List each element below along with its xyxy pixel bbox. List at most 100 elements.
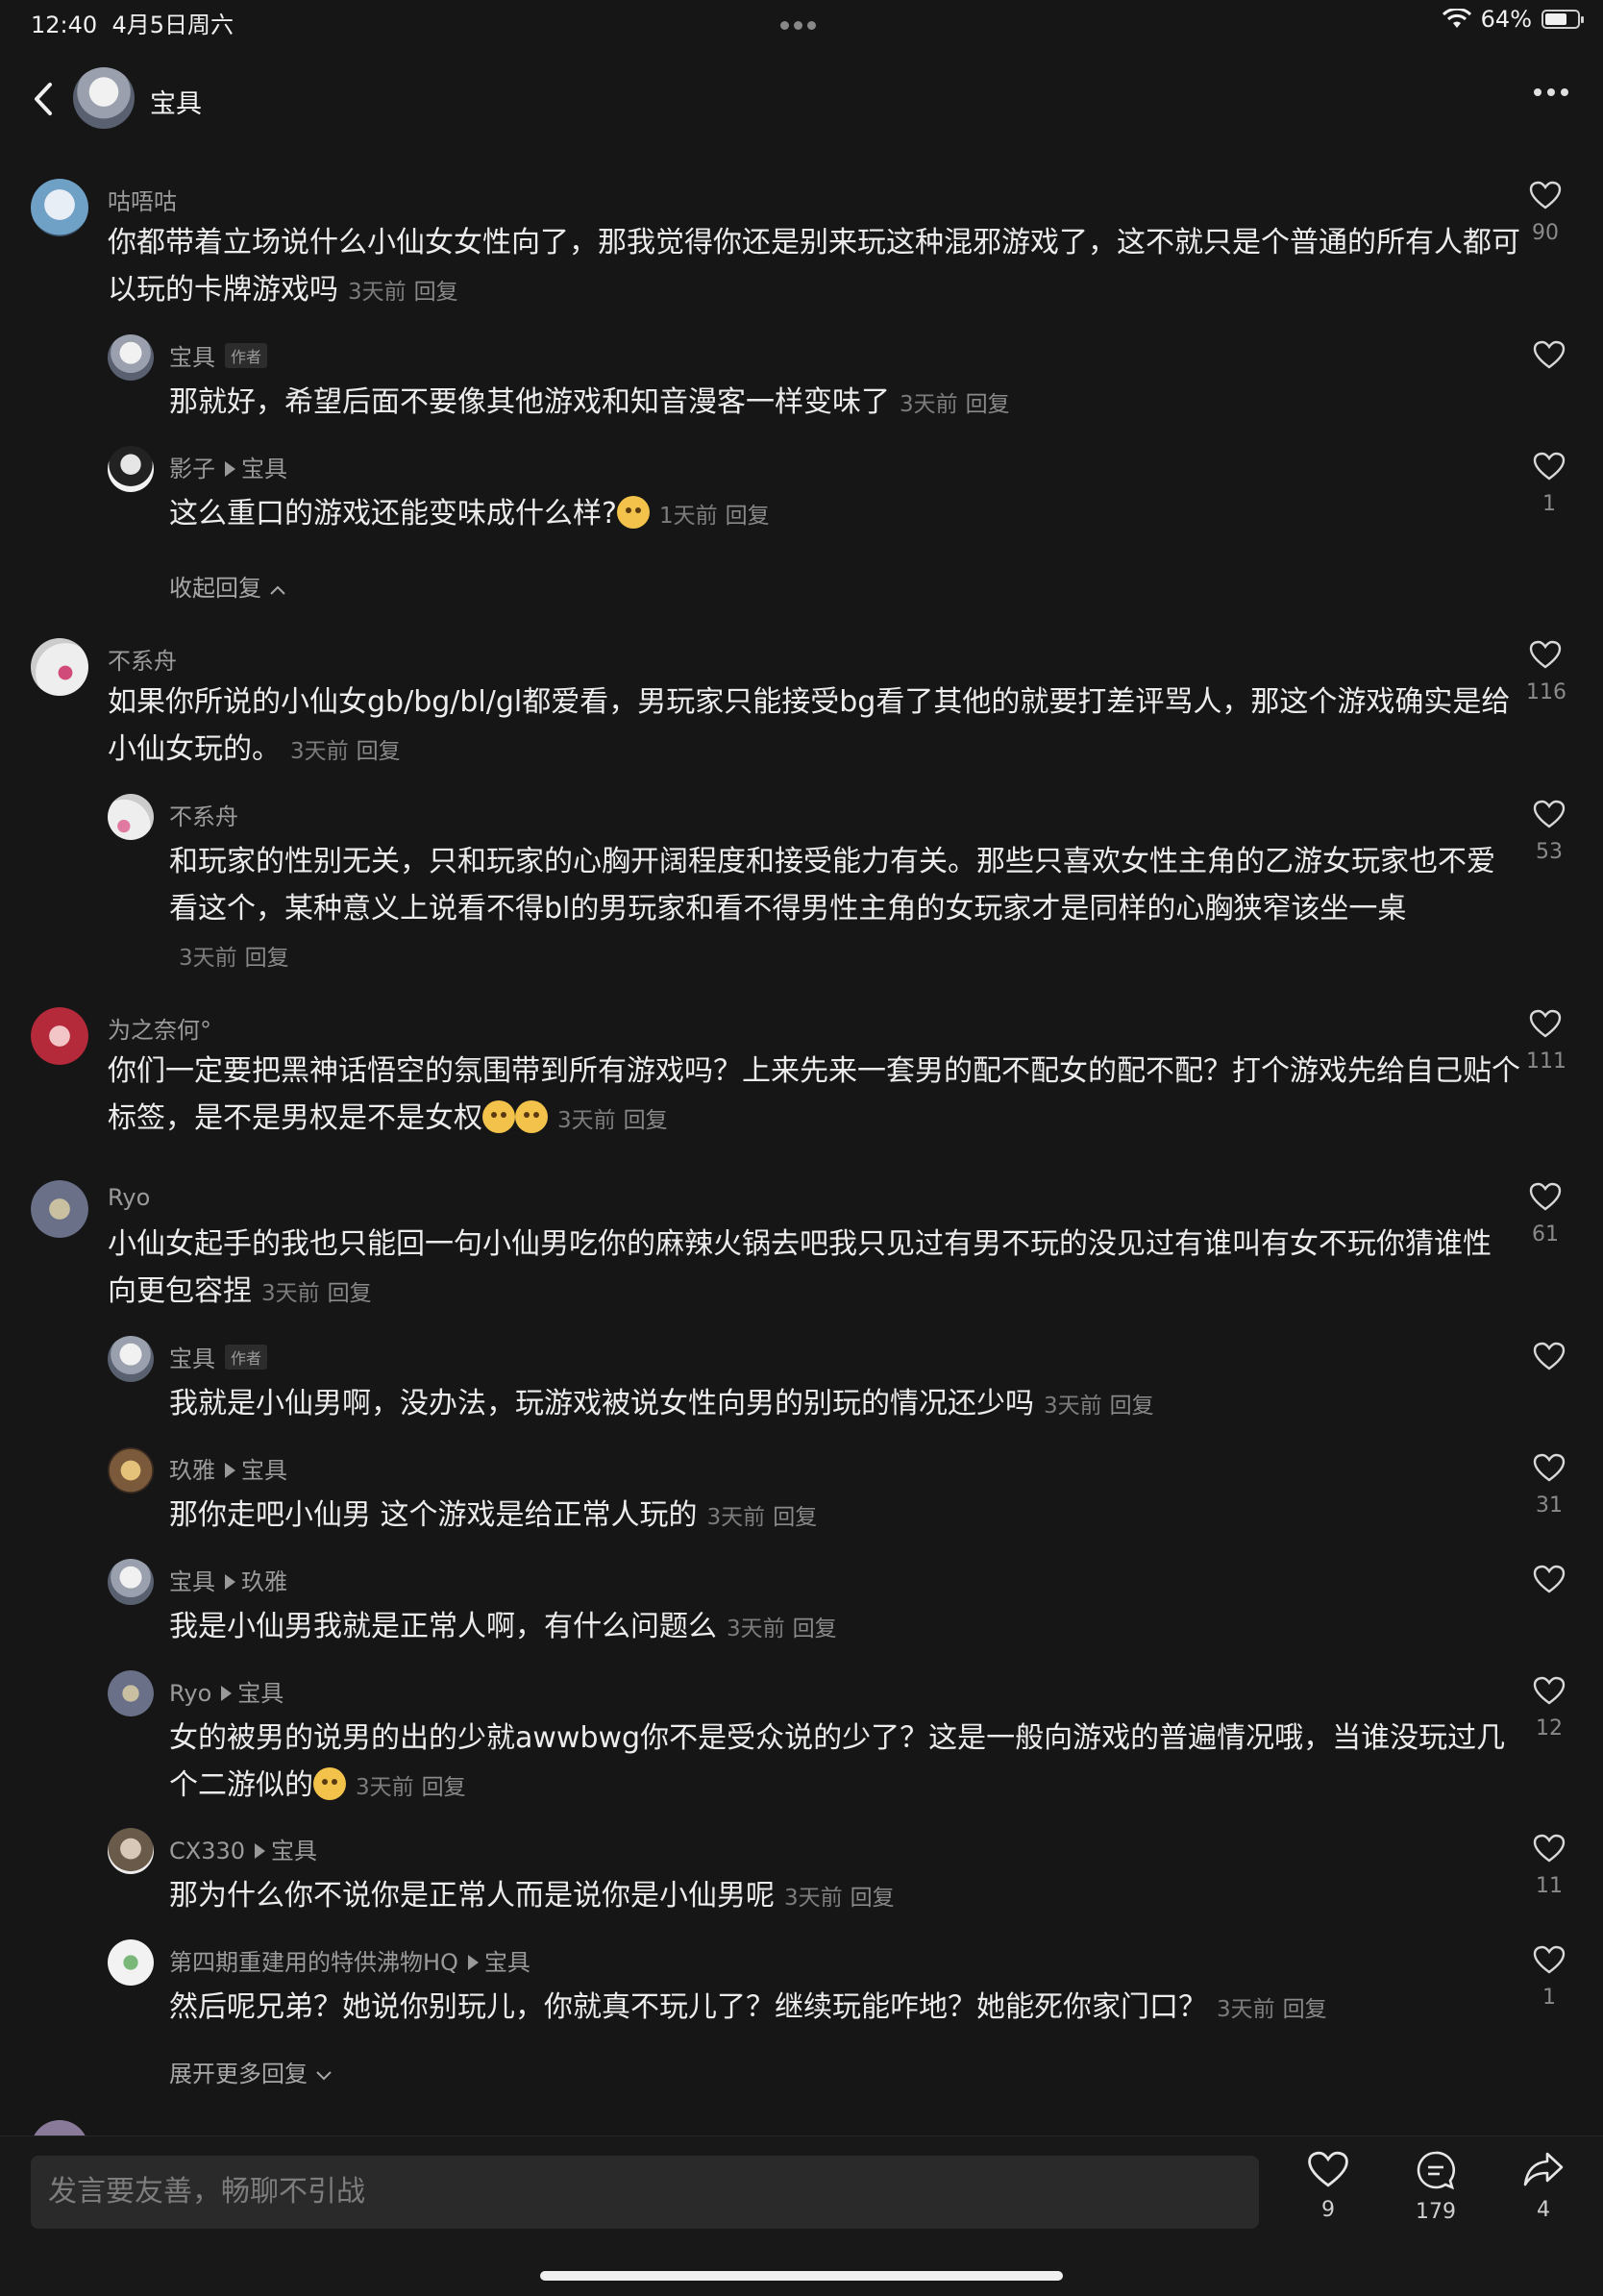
user-avatar[interactable] <box>108 1939 154 1986</box>
user-avatar[interactable] <box>31 1007 88 1065</box>
like-count: 12 <box>1536 1716 1563 1741</box>
like-button[interactable]: 1 <box>1530 452 1568 516</box>
comment-username[interactable]: 第四期重建用的特供沸物HQ 宝具 <box>169 1943 530 1977</box>
reply-button[interactable]: 回复 <box>793 1617 837 1642</box>
reply-button[interactable]: 回复 <box>966 392 1010 417</box>
user-avatar[interactable] <box>108 1828 154 1874</box>
reply-to-arrow-icon <box>255 1843 266 1859</box>
like-button[interactable] <box>1530 340 1568 381</box>
comment-username[interactable]: 不系舟 <box>169 798 238 831</box>
page-title: 宝具 <box>150 89 202 119</box>
like-button[interactable] <box>1530 1342 1568 1382</box>
comment-count: 179 <box>1416 2200 1456 2224</box>
reply-button[interactable]: 回复 <box>422 1775 466 1800</box>
like-button[interactable]: 1 <box>1530 1945 1568 2010</box>
comment-username[interactable]: Ryo 宝具 <box>169 1674 284 1708</box>
user-avatar[interactable] <box>108 334 154 381</box>
comment-input[interactable]: 发言要友善，畅聊不引战 <box>31 2156 1259 2229</box>
reply-to-arrow-icon <box>221 1686 233 1701</box>
comment-text: 我就是小仙男啊，没办法，玩游戏被说女性向男的别玩的情况还少吗 3天前 回复 <box>169 1387 1154 1420</box>
comment-text: 小仙女起手的我也只能回一句小仙男吃你的麻辣火锅去吧我只见过有男不玩的没见过有谁叫… <box>108 1227 1492 1308</box>
reply-target: 宝具 <box>483 1949 530 1976</box>
like-post-button[interactable]: 9 <box>1290 2150 1367 2222</box>
reply-to-arrow-icon <box>225 461 235 477</box>
like-button[interactable]: 31 <box>1530 1453 1568 1518</box>
like-button[interactable]: 116 <box>1526 640 1566 704</box>
multitask-dots-icon[interactable] <box>780 15 823 30</box>
smile-emoji-icon <box>616 496 650 529</box>
heart-icon <box>1533 1945 1566 1974</box>
post-like-count: 9 <box>1321 2198 1335 2222</box>
like-count: 1 <box>1542 492 1556 516</box>
thinking-emoji-icon <box>515 1100 548 1133</box>
comment-username[interactable]: 为之奈何° <box>108 1011 211 1045</box>
like-button[interactable]: 61 <box>1526 1182 1565 1247</box>
comment-username[interactable]: 宝具 作者 <box>169 338 268 372</box>
back-icon[interactable] <box>25 77 63 121</box>
comment-username[interactable]: Ryo <box>108 1184 150 1211</box>
comments-button[interactable]: 179 <box>1397 2150 1474 2224</box>
like-button[interactable]: 12 <box>1530 1676 1568 1741</box>
more-options-icon[interactable] <box>1534 88 1568 96</box>
comment-username[interactable]: 宝具 玖雅 <box>169 1563 287 1596</box>
like-button[interactable]: 53 <box>1530 800 1568 864</box>
heart-icon <box>1529 640 1562 669</box>
expand-replies-button[interactable]: 展开更多回复 <box>169 2055 333 2088</box>
user-avatar[interactable] <box>108 794 154 840</box>
heart-icon <box>1529 1182 1562 1211</box>
heart-icon <box>1533 452 1566 481</box>
like-button[interactable]: 90 <box>1526 181 1565 245</box>
author-avatar[interactable] <box>73 67 135 129</box>
comment-username[interactable]: 玖雅 宝具 <box>169 1451 287 1485</box>
comment-text: 然后呢兄弟？她说你别玩儿，你就真不玩儿了？继续玩能咋地？她能死你家门口？ 3天前回… <box>169 1990 1327 2024</box>
reply-button[interactable]: 回复 <box>414 280 458 305</box>
reply-button[interactable]: 回复 <box>726 504 770 529</box>
like-count: 31 <box>1536 1494 1563 1518</box>
user-avatar[interactable] <box>108 1336 154 1382</box>
comment-username[interactable]: 咕唔咕 <box>108 183 177 216</box>
comment-username[interactable]: 不系舟 <box>108 642 177 676</box>
reply-button[interactable]: 回复 <box>245 946 289 971</box>
user-avatar[interactable] <box>31 638 88 696</box>
reply-target: 宝具 <box>237 1680 284 1707</box>
reply-button[interactable]: 回复 <box>773 1505 817 1530</box>
reply-button[interactable]: 回复 <box>1110 1394 1154 1419</box>
like-count: 116 <box>1526 680 1566 704</box>
heart-icon <box>1533 340 1566 369</box>
reply-button[interactable]: 回复 <box>1283 1997 1327 2022</box>
user-avatar[interactable] <box>108 1447 154 1494</box>
collapse-replies-button[interactable]: 收起回复 <box>169 569 286 603</box>
comment-text: 那就好，希望后面不要像其他游戏和知音漫客一样变味了 3天前 回复 <box>169 385 1010 419</box>
battery-percent: 64% <box>1480 6 1532 33</box>
like-count: 11 <box>1536 1874 1563 1898</box>
comment-username[interactable]: 宝具 作者 <box>169 1340 268 1373</box>
comment-username[interactable]: 影子 宝具 <box>169 450 287 483</box>
heart-icon <box>1533 1565 1566 1593</box>
like-button[interactable]: 11 <box>1530 1834 1568 1898</box>
user-avatar[interactable] <box>31 179 88 236</box>
share-button[interactable]: 4 <box>1505 2150 1582 2222</box>
user-avatar[interactable] <box>108 1559 154 1605</box>
comment-username[interactable]: CX330 宝具 <box>169 1832 317 1865</box>
reply-button[interactable]: 回复 <box>357 739 401 764</box>
like-count: 90 <box>1532 221 1559 245</box>
reply-target: 宝具 <box>241 1457 287 1484</box>
user-avatar[interactable] <box>108 446 154 492</box>
reply-button[interactable]: 回复 <box>624 1108 668 1133</box>
status-bar: 12:40 4月5日周六 64% <box>0 0 1603 46</box>
like-button[interactable]: 111 <box>1526 1009 1566 1074</box>
user-avatar[interactable] <box>108 1670 154 1716</box>
reply-button[interactable]: 回复 <box>328 1281 372 1306</box>
comment-text: 女的被男的说男的出的少就awwbwg你不是受众说的少了？这是一般向游戏的普遍情况… <box>169 1721 1506 1802</box>
chevron-up-icon <box>269 585 285 595</box>
comment-text: 我是小仙男我就是正常人啊，有什么问题么 3天前 回复 <box>169 1610 837 1643</box>
like-button[interactable] <box>1530 1565 1568 1605</box>
user-avatar[interactable] <box>31 1180 88 1238</box>
heart-icon <box>1533 1834 1566 1863</box>
comment-text: 这么重口的游戏还能变味成什么样? 1天前 回复 <box>169 496 770 531</box>
top-nav: 宝具 <box>0 60 1603 140</box>
reply-button[interactable]: 回复 <box>851 1886 895 1911</box>
wifi-icon <box>1442 9 1471 28</box>
home-indicator[interactable] <box>540 2271 1063 2281</box>
heart-icon <box>1308 2151 1348 2187</box>
